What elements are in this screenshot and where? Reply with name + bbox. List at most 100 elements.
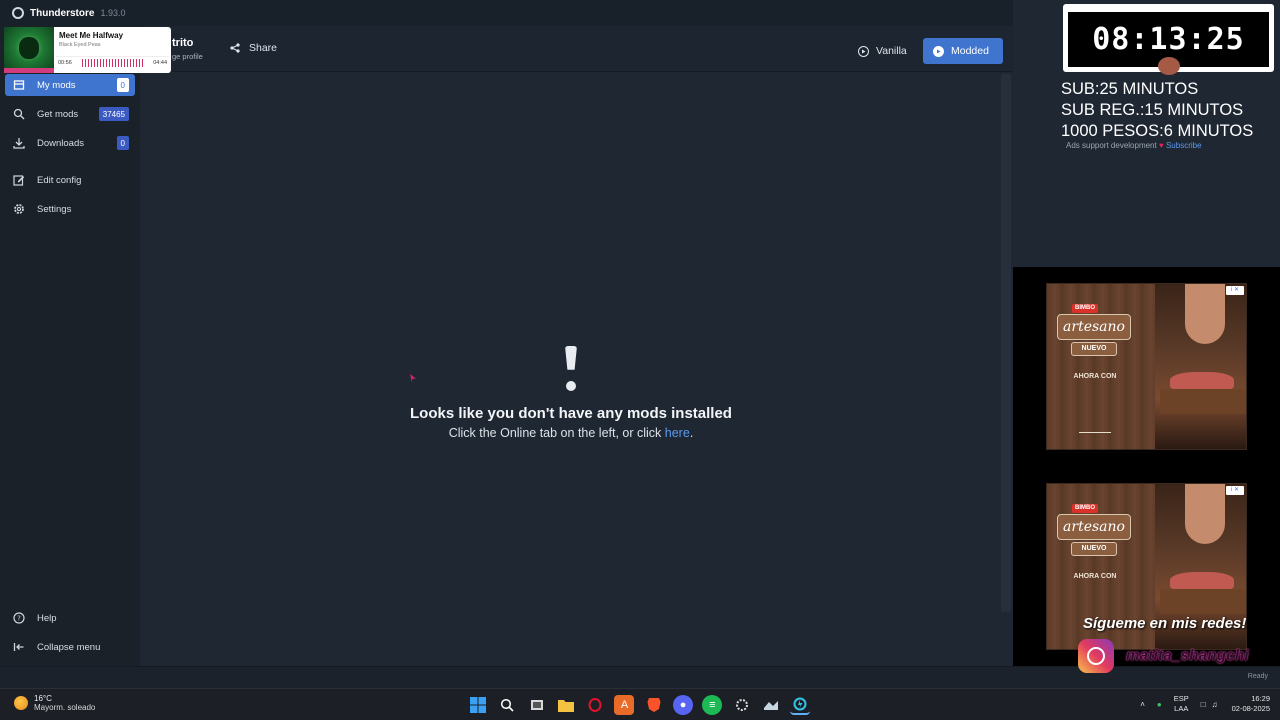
opera-icon[interactable] [585, 695, 605, 715]
profile-name[interactable]: trito [172, 37, 193, 49]
box-icon [12, 79, 25, 92]
online-here-link[interactable]: here [665, 426, 690, 440]
search-icon [12, 108, 25, 121]
sidebar-item-collapse-menu[interactable]: Collapse menu [5, 636, 135, 658]
subathon-timer: 08:13:25 [1063, 4, 1274, 75]
gear-icon [12, 203, 25, 216]
change-profile-link[interactable]: ge profile [172, 52, 203, 61]
play-icon [858, 45, 869, 57]
sidebar-item-label: Get mods [37, 108, 79, 120]
ad-choices-icon[interactable]: i ✕ [1226, 486, 1244, 495]
ad-food-image [1155, 284, 1246, 449]
lang-code: ESP [1173, 694, 1189, 703]
windows-start-icon[interactable] [468, 695, 488, 715]
playback-progress: 00:56 04:44 [56, 56, 169, 68]
sidebar-item-my-mods[interactable]: My mods 0 [5, 74, 135, 96]
clock-date: 02-08-2025 [1231, 704, 1270, 713]
ad-new-tag: NUEVO [1071, 542, 1117, 556]
play-icon [933, 45, 944, 57]
microphone-icon[interactable]: ● [1157, 700, 1162, 709]
clock-time: 16:29 [1251, 694, 1270, 703]
thunderstore-logo-icon [12, 7, 24, 19]
share-label: Share [249, 42, 278, 54]
track-duration: 04:44 [153, 60, 167, 66]
status-ready: Ready [1247, 673, 1268, 680]
subscribe-link[interactable]: Subscribe [1166, 141, 1202, 150]
network-icon[interactable]: □ [1201, 700, 1206, 709]
pesos-rule-line: 1000 PESOS:6 MINUTOS [1061, 122, 1254, 140]
webcam-thumbnail [1158, 57, 1180, 75]
sidebar-item-settings[interactable]: Settings [5, 198, 135, 220]
social-caption: Sígueme en mis redes! [1083, 615, 1247, 632]
task-view-icon[interactable] [527, 695, 547, 715]
track-artist: Black Eyed Peas [59, 42, 101, 48]
waveform [82, 59, 144, 67]
spotify-icon[interactable]: ≡ [702, 695, 723, 715]
ad-product-name: artesano [1057, 314, 1131, 340]
share-button[interactable]: Share [230, 42, 277, 54]
chevron-up-icon[interactable]: ˄ [1140, 700, 1145, 709]
instagram-icon [1078, 639, 1114, 673]
sidebar: My mods 0 Get mods 37465 Downloads 0 Edi… [0, 26, 140, 666]
ad-choices-icon[interactable]: i ✕ [1226, 286, 1244, 295]
weather-widget[interactable]: 16°C Mayorm. soleado [14, 694, 95, 712]
vanilla-label: Vanilla [876, 45, 907, 57]
sun-icon [14, 696, 28, 710]
app-orange-icon[interactable]: A [614, 695, 635, 715]
share-icon [230, 43, 240, 53]
profile-header: trito ge profile Share Vanilla Modded [140, 26, 1013, 72]
ads-support-label: Ads support development [1066, 141, 1157, 150]
empty-state-message: Click the Online tab on the left, or cli… [330, 426, 812, 440]
sidebar-item-label: Help [37, 612, 57, 624]
sidebar-item-label: Collapse menu [37, 641, 101, 653]
thunderstore-taskbar-icon[interactable] [790, 695, 811, 715]
modded-label: Modded [951, 45, 989, 57]
start-modded-button[interactable]: Modded [923, 38, 1003, 64]
layout-code: LAA [1174, 704, 1189, 713]
sidebar-item-label: Edit config [37, 174, 82, 186]
download-icon [12, 137, 25, 150]
sidebar-item-help[interactable]: ? Help [5, 607, 135, 629]
ad-banner[interactable]: BIMBO artesano NUEVO AHORA CON i ✕ [1046, 283, 1247, 450]
volume-icon[interactable]: ♫ [1212, 700, 1218, 709]
windows-taskbar: 16°C Mayorm. soleado A ● ≡ ˄ ● ESP LAA □… [0, 688, 1280, 720]
count-badge: 37465 [98, 107, 129, 121]
main-scrollbar[interactable] [1001, 74, 1011, 612]
sidebar-item-get-mods[interactable]: Get mods 37465 [5, 103, 135, 125]
steam-icon[interactable] [761, 695, 781, 715]
search-icon[interactable] [497, 695, 517, 715]
file-explorer-icon[interactable] [556, 695, 576, 715]
heart-icon: ♥ [1158, 141, 1164, 150]
language-indicator[interactable]: ESP LAA [1174, 694, 1189, 714]
ads-support-text: Ads support development ♥ Subscribe [1066, 141, 1202, 150]
sub-rule-line: SUB:25 MINUTOS [1061, 80, 1199, 98]
weather-desc: Mayorm. soleado [34, 703, 96, 712]
empty-state-title: Looks like you don't have any mods insta… [410, 405, 732, 422]
edit-icon [12, 174, 25, 187]
start-vanilla-button[interactable]: Vanilla [852, 38, 913, 64]
album-art [4, 27, 54, 73]
elapsed-time: 00:56 [58, 60, 72, 66]
empty-state-text: Click the Online tab on the left, or cli… [448, 426, 665, 440]
svg-text:?: ? [17, 615, 21, 623]
track-title: Meet Me Halfway [59, 31, 124, 40]
ad-brand: BIMBO [1072, 504, 1098, 513]
app-name: Thunderstore [30, 7, 95, 19]
app-settings-icon[interactable] [732, 695, 752, 715]
count-badge: 0 [116, 136, 129, 150]
ad-brand: BIMBO [1072, 304, 1098, 313]
sidebar-item-edit-config[interactable]: Edit config [5, 169, 135, 191]
sidebar-item-label: My mods [37, 79, 76, 91]
ad-tagline: AHORA CON [1073, 573, 1117, 580]
ad-tagline: AHORA CON [1073, 373, 1117, 380]
empty-state: Looks like you don't have any mods insta… [330, 340, 812, 440]
app-version: 1.93.0 [100, 8, 126, 18]
taskbar-clock[interactable]: 16:29 02-08-2025 [1232, 694, 1270, 714]
now-playing-card: Meet Me Halfway Black Eyed Peas 00:56 04… [54, 27, 171, 73]
help-icon: ? [12, 612, 25, 625]
sidebar-item-downloads[interactable]: Downloads 0 [5, 132, 135, 154]
discord-icon[interactable]: ● [673, 695, 694, 715]
now-playing-widget: Meet Me Halfway Black Eyed Peas 00:56 04… [4, 27, 171, 73]
title-bar: Thunderstore 1.93.0 [0, 0, 1013, 26]
brave-icon[interactable] [644, 695, 664, 715]
